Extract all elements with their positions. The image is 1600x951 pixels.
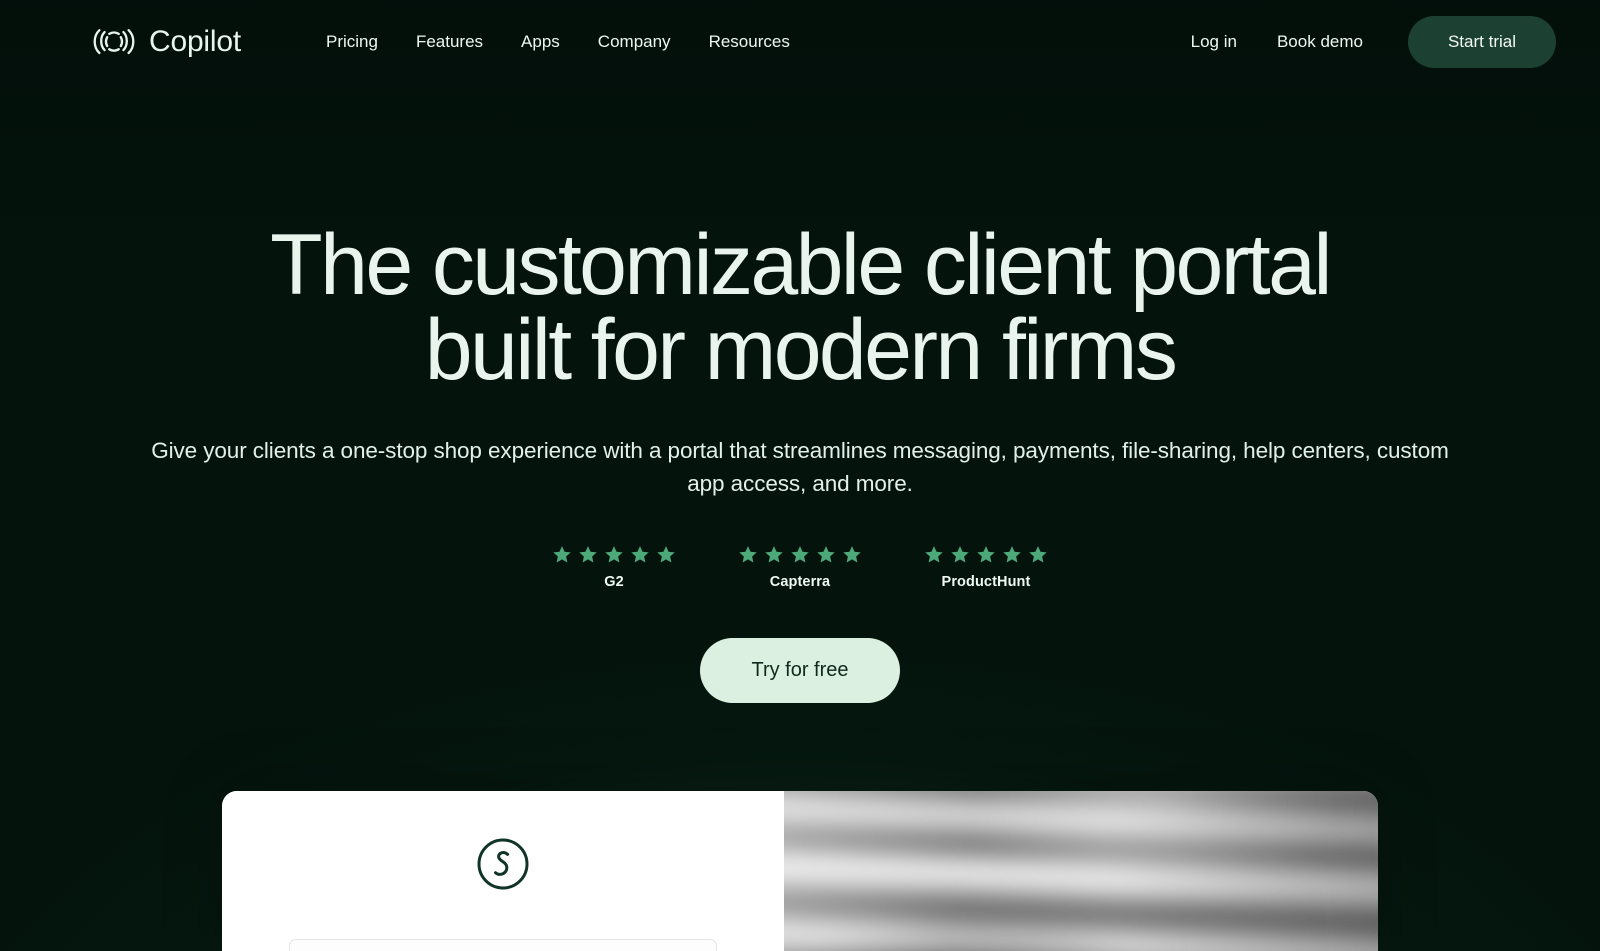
landing-page: Copilot Pricing Features Apps Company Re… [0, 0, 1600, 951]
page-title-line-2: built for modern firms [424, 302, 1178, 399]
header-actions: Log in Book demo Start trial [1174, 16, 1556, 68]
star-icon [765, 545, 783, 563]
star-icon [977, 545, 995, 563]
preview-photo [784, 791, 1378, 951]
site-header: Copilot Pricing Features Apps Company Re… [0, 0, 1600, 84]
hero-subtitle: Give your clients a one-stop shop experi… [151, 438, 1449, 496]
star-icon [739, 545, 757, 563]
star-icon [925, 545, 943, 563]
star-icon [1003, 545, 1021, 563]
copilot-brackets-icon [93, 29, 135, 55]
page-title: The customizable client portal built for… [170, 217, 1430, 399]
hero-section: The customizable client portal built for… [0, 84, 1600, 703]
rating-label-capterra: Capterra [769, 573, 831, 590]
login-link[interactable]: Log in [1174, 23, 1254, 61]
star-icon [951, 545, 969, 563]
nav-item-apps[interactable]: Apps [502, 23, 579, 61]
star-icon [605, 545, 623, 563]
star-icon [791, 545, 809, 563]
rating-label-producthunt: ProductHunt [941, 573, 1031, 590]
nav-item-features[interactable]: Features [397, 23, 502, 61]
star-icon [1029, 545, 1047, 563]
main-navigation: Pricing Features Apps Company Resources [307, 23, 809, 61]
ratings-row: G2 Capterra ProductHunt [0, 545, 1600, 590]
product-preview-card[interactable] [222, 791, 1378, 951]
page-title-line-1: The customizable client portal [270, 217, 1332, 313]
book-demo-link[interactable]: Book demo [1260, 23, 1380, 61]
start-trial-button[interactable]: Start trial [1407, 16, 1556, 68]
star-rating [738, 545, 862, 565]
try-for-free-button[interactable]: Try for free [700, 637, 900, 703]
brand-name: Copilot [149, 25, 241, 58]
nav-item-pricing[interactable]: Pricing [307, 23, 397, 61]
rating-g2[interactable]: G2 [552, 545, 676, 590]
blurred-photo-overlay [784, 791, 1378, 951]
nav-item-company[interactable]: Company [579, 23, 690, 61]
rating-capterra[interactable]: Capterra [738, 545, 862, 590]
star-icon [657, 545, 675, 563]
star-rating [924, 545, 1048, 565]
star-rating [552, 545, 676, 565]
nav-item-resources[interactable]: Resources [690, 23, 809, 61]
hero-cta-container: Try for free [0, 637, 1600, 703]
copilot-circle-mark-icon [477, 838, 529, 890]
star-icon [579, 545, 597, 563]
rating-label-g2: G2 [604, 573, 624, 590]
star-icon [843, 545, 861, 563]
rating-producthunt[interactable]: ProductHunt [924, 545, 1048, 590]
star-icon [631, 545, 649, 563]
preview-email-input[interactable] [289, 939, 717, 951]
brand-logo[interactable]: Copilot [92, 25, 241, 59]
preview-login-panel [222, 791, 784, 951]
star-icon [817, 545, 835, 563]
star-icon [553, 545, 571, 563]
